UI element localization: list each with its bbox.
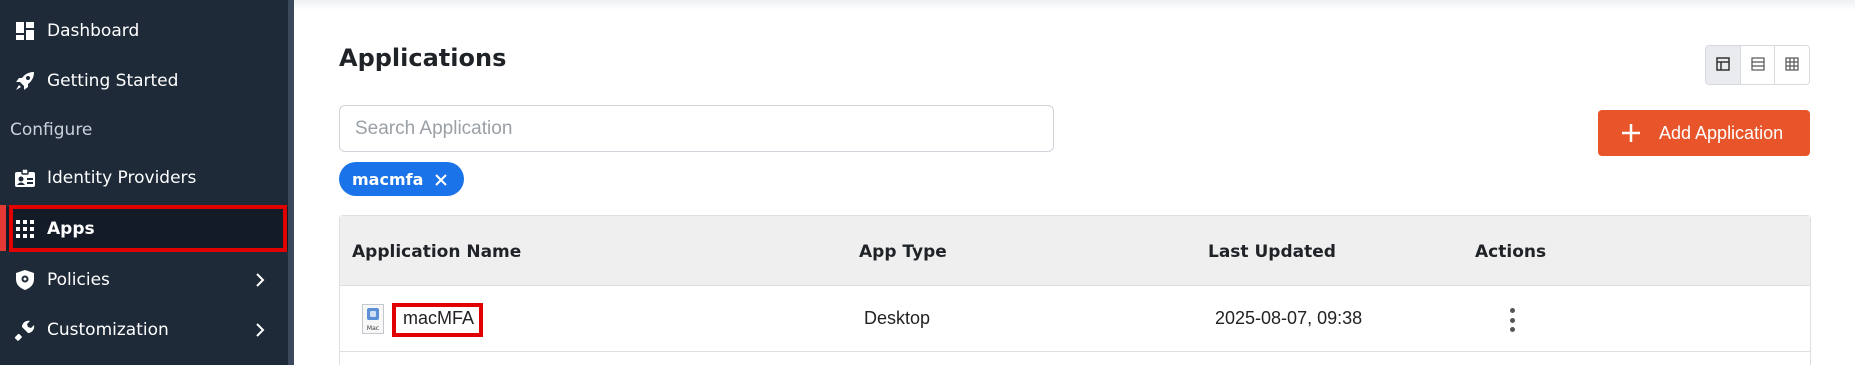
sidebar-item-apps[interactable]: Apps (6, 207, 288, 251)
sidebar-item-label: Getting Started (47, 71, 179, 91)
mac-app-icon: Mac (362, 304, 384, 334)
mac-icon-label: Mac (367, 325, 379, 332)
sidebar-item-customization[interactable]: Customization (0, 308, 288, 352)
sidebar-item-label: Identity Providers (47, 168, 197, 188)
column-header-actions: Actions (1475, 242, 1547, 262)
sidebar: Dashboard Getting Started Configure Iden… (0, 0, 290, 365)
sidebar-item-label: Customization (47, 320, 169, 340)
sidebar-item-dashboard[interactable]: Dashboard (0, 9, 288, 53)
more-vertical-icon[interactable] (1502, 308, 1522, 332)
filter-chip-label: macmfa (352, 169, 424, 189)
column-header-updated[interactable]: Last Updated (1208, 242, 1336, 262)
sidebar-item-getting-started[interactable]: Getting Started (0, 59, 288, 103)
filter-chip: macmfa (339, 162, 464, 196)
app-name-link[interactable]: macMFA (403, 308, 474, 329)
applications-table: Application Name App Type Last Updated A… (339, 215, 1811, 365)
sidebar-item-label: Apps (47, 219, 95, 239)
add-application-button[interactable]: Add Application (1598, 110, 1810, 156)
add-application-label: Add Application (1659, 122, 1784, 143)
shield-icon (14, 269, 36, 291)
last-updated: 2025-08-07, 09:38 (1215, 308, 1363, 328)
list-view-button[interactable] (1740, 46, 1776, 84)
header-shadow (294, 0, 1855, 10)
table-header: Application Name App Type Last Updated A… (340, 216, 1810, 286)
sidebar-item-policies[interactable]: Policies (0, 258, 288, 302)
grid-view-icon (1785, 56, 1799, 75)
grid-icon (14, 218, 36, 240)
view-toggle (1705, 45, 1810, 85)
section-label-configure: Configure (10, 120, 93, 140)
table-row[interactable]: Mac macMFA Desktop 2025-08-07, 09:38 (340, 286, 1810, 352)
sidebar-item-identity-providers[interactable]: Identity Providers (0, 156, 288, 200)
sidebar-item-label: Dashboard (47, 21, 140, 41)
chevron-right-icon (252, 322, 268, 338)
rocket-icon (14, 70, 36, 92)
plus-icon (1620, 122, 1642, 144)
close-icon[interactable] (434, 172, 448, 186)
chevron-right-icon (252, 272, 268, 288)
column-header-type[interactable]: App Type (859, 242, 947, 262)
main-content: Applications Add Application macmfa (294, 0, 1855, 365)
dashboard-icon (14, 20, 36, 42)
wrench-icon (14, 319, 36, 341)
sidebar-item-label: Policies (47, 270, 110, 290)
app-type: Desktop (864, 308, 931, 328)
grid-view-button[interactable] (1775, 46, 1809, 84)
list-view-icon (1750, 56, 1765, 75)
id-badge-icon (14, 167, 36, 189)
column-header-name[interactable]: Application Name (352, 242, 521, 262)
page-title: Applications (339, 44, 507, 72)
search-input[interactable] (339, 105, 1054, 152)
table-view-icon (1716, 56, 1730, 75)
table-view-button[interactable] (1706, 46, 1741, 84)
